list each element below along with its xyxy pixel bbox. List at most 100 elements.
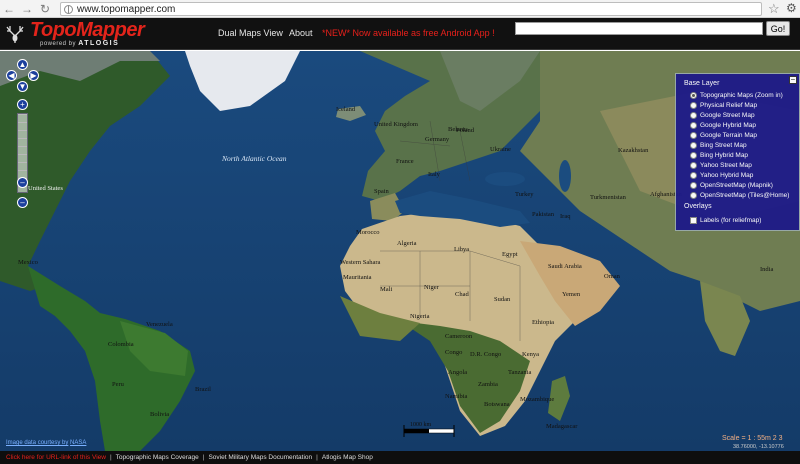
country-label: Nigeria: [410, 313, 430, 320]
country-label: Iceland: [336, 106, 356, 113]
radio-button[interactable]: [690, 151, 697, 159]
checkbox[interactable]: [690, 216, 697, 224]
site-header: TopoMapper powered by ATLOGIS Dual Maps …: [0, 18, 800, 50]
pan-left-button[interactable]: ◀: [6, 70, 17, 81]
pan-right-button[interactable]: ▶: [28, 70, 39, 81]
radio-button[interactable]: [690, 91, 697, 99]
radio-button[interactable]: [690, 131, 697, 139]
base-layer-label: OpenStreetMap (Tiles@Home): [700, 191, 790, 199]
nav-about[interactable]: About: [289, 28, 313, 38]
base-layer-option[interactable]: Topographic Maps (Zoom in): [690, 90, 783, 100]
address-bar[interactable]: www.topomapper.com: [60, 2, 762, 16]
base-layer-heading: Base Layer: [684, 80, 720, 87]
nasa-link[interactable]: NASA: [70, 440, 86, 446]
base-layer-option[interactable]: Physical Relief Map: [690, 100, 757, 110]
footer-link-coverage[interactable]: Topographic Maps Coverage: [116, 454, 199, 461]
radio-button[interactable]: [690, 181, 697, 189]
radio-button[interactable]: [690, 141, 697, 149]
url-link-of-view[interactable]: Click here for URL-link of this View: [6, 454, 106, 461]
radio-button[interactable]: [690, 121, 697, 129]
country-label: Mauritania: [343, 274, 372, 281]
search-input[interactable]: [515, 22, 763, 35]
nav-dual-maps-view[interactable]: Dual Maps View: [218, 28, 283, 38]
zoom-out-button[interactable]: –: [17, 197, 28, 208]
base-layer-option[interactable]: Google Hybrid Map: [690, 120, 756, 130]
radio-button[interactable]: [690, 171, 697, 179]
overlays-heading: Overlays: [684, 203, 712, 210]
footer-bar: Click here for URL-link of this View | T…: [0, 451, 800, 464]
country-label: Egypt: [502, 251, 518, 258]
go-button[interactable]: Go!: [766, 21, 790, 36]
topomapper-logo[interactable]: TopoMapper powered by ATLOGIS: [4, 19, 154, 48]
country-label: Turkmenistan: [590, 194, 626, 201]
ocean-label: North Atlantic Ocean: [222, 154, 287, 163]
country-label: Turkey: [515, 191, 534, 198]
radio-button[interactable]: [690, 191, 697, 199]
zoom-level-handle[interactable]: –: [17, 177, 28, 188]
country-label: Colombia: [108, 341, 134, 348]
base-layer-option[interactable]: OpenStreetMap (Tiles@Home): [690, 190, 789, 200]
bookmark-star-icon[interactable]: ☆: [768, 1, 780, 17]
attribution-text: Image data courtesy by: [6, 440, 69, 446]
country-label: Poland: [456, 127, 475, 134]
overlay-option-labels[interactable]: Labels (for reliefmap): [690, 215, 761, 225]
country-label: Peru: [112, 381, 124, 388]
map-view[interactable]: North Atlantic Ocean United Kingdom Bela…: [0, 51, 800, 451]
country-label: Iraq: [560, 213, 571, 220]
country-label: India: [760, 266, 774, 273]
scale-text: Scale = 1 : 55m 2 3: [722, 435, 783, 442]
separator: |: [316, 454, 318, 461]
country-label: Tanzania: [508, 369, 532, 376]
base-layer-option[interactable]: Yahoo Street Map: [690, 160, 752, 170]
country-label: Bolivia: [150, 411, 170, 418]
base-layer-option[interactable]: Google Terrain Map: [690, 130, 757, 140]
minimize-layer-switcher-button[interactable]: –: [789, 76, 797, 84]
country-label: France: [396, 158, 414, 165]
deer-antler-icon: [6, 26, 24, 43]
address-text: www.topomapper.com: [77, 3, 176, 15]
country-label: Italy: [428, 171, 440, 178]
radio-button[interactable]: [690, 111, 697, 119]
overlay-label: Labels (for reliefmap): [700, 216, 762, 224]
radio-button[interactable]: [690, 101, 697, 109]
country-label: Congo: [445, 349, 463, 356]
android-app-announcement[interactable]: *NEW* Now available as free Android App …: [322, 28, 495, 38]
base-layer-label: Topographic Maps (Zoom in): [700, 91, 783, 99]
separator: |: [202, 454, 205, 461]
base-layer-option[interactable]: OpenStreetMap (Mapnik): [690, 180, 773, 190]
base-layer-label: Physical Relief Map: [700, 101, 758, 109]
back-icon[interactable]: ←: [0, 0, 18, 18]
footer-link-soviet-maps[interactable]: Soviet Military Maps Documentation: [208, 454, 312, 461]
logo-powered-by: powered by ATLOGIS: [40, 40, 120, 47]
country-label: Pakistan: [532, 211, 555, 218]
pan-down-button[interactable]: ▼: [17, 81, 28, 92]
base-layer-label: Bing Hybrid Map: [700, 151, 749, 159]
country-label: Algeria: [397, 240, 417, 247]
base-layer-label: Google Terrain Map: [700, 131, 757, 139]
radio-button[interactable]: [690, 161, 697, 169]
base-layer-label: Yahoo Hybrid Map: [700, 171, 754, 179]
footer-link-map-shop[interactable]: Atlogis Map Shop: [322, 454, 373, 461]
country-label: D.R. Congo: [470, 351, 502, 358]
country-label: Namibia: [445, 393, 468, 400]
pan-up-button[interactable]: ▲: [17, 59, 28, 70]
reload-icon[interactable]: ↻: [36, 0, 54, 18]
base-layer-option[interactable]: Google Street Map: [690, 110, 755, 120]
scale-bar-label: 1000 km: [410, 422, 432, 428]
country-label: Venezuela: [146, 321, 173, 328]
forward-icon[interactable]: →: [18, 0, 36, 18]
country-label: Mozambique: [520, 396, 555, 403]
country-label: Brazil: [195, 386, 211, 393]
wrench-icon[interactable]: ⚙: [786, 1, 797, 15]
globe-icon: [64, 4, 73, 14]
base-layer-option[interactable]: Bing Hybrid Map: [690, 150, 748, 160]
country-label: Ukraine: [490, 146, 511, 153]
layer-switcher: – Base Layer Topographic Maps (Zoom in) P…: [675, 73, 800, 231]
base-layer-option[interactable]: Bing Street Map: [690, 140, 747, 150]
country-label: Chad: [455, 291, 469, 298]
base-layer-option[interactable]: Yahoo Hybrid Map: [690, 170, 753, 180]
zoom-in-button[interactable]: +: [17, 99, 28, 110]
country-label: Madagascar: [546, 423, 578, 430]
country-label: Botswana: [484, 401, 510, 408]
country-label: United Kingdom: [374, 121, 418, 128]
